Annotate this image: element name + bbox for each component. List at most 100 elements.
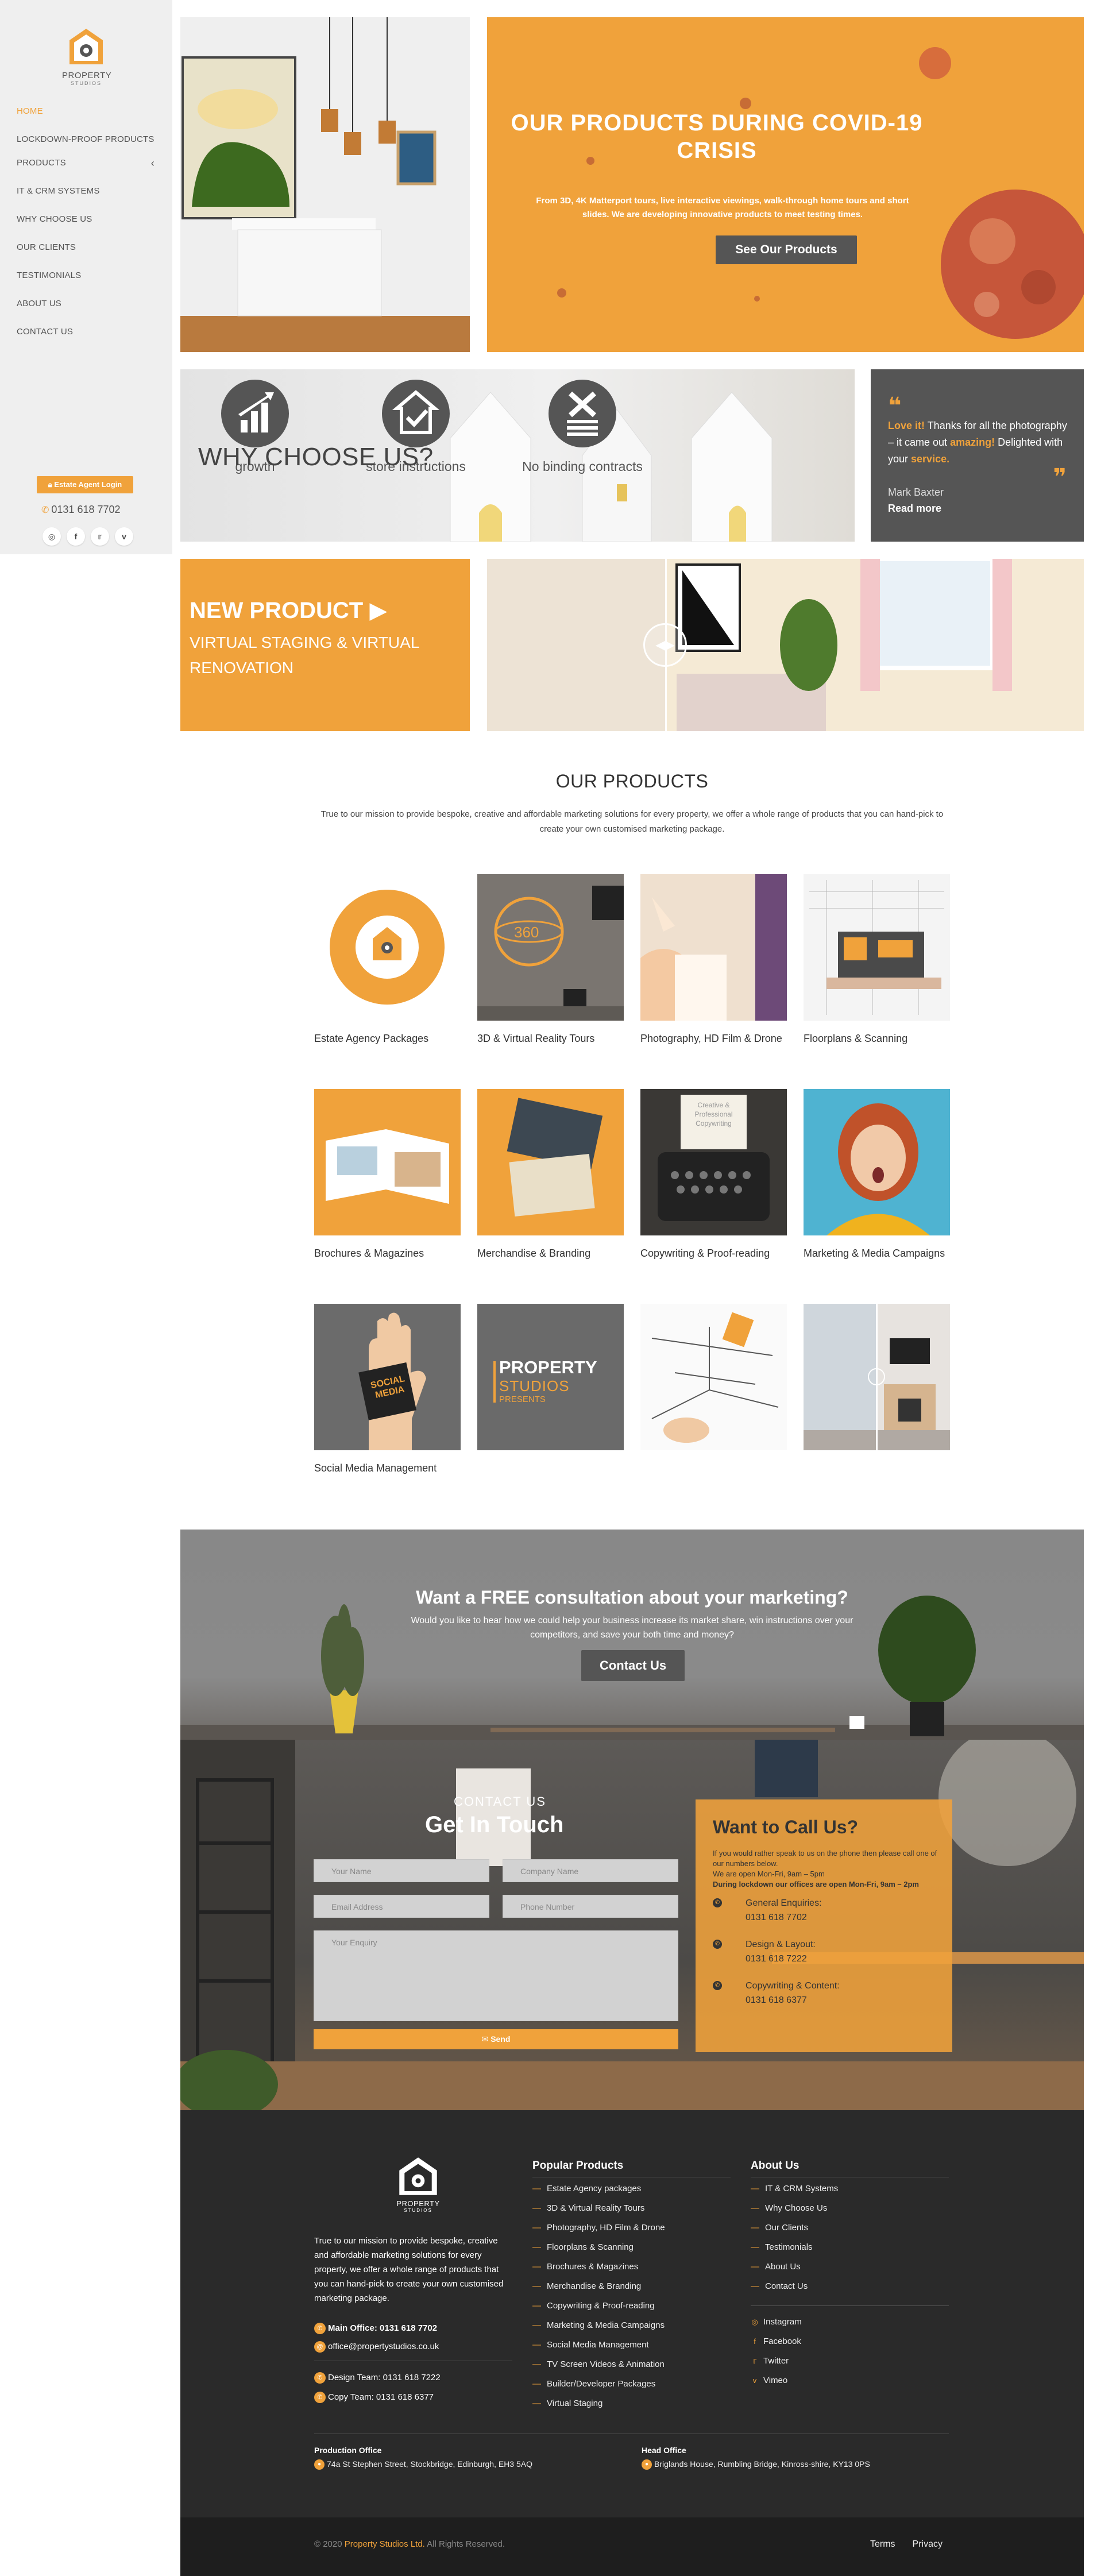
why-choose-us-banner: growth store instructions No binding con…	[180, 369, 855, 542]
footer-link[interactable]: — Contact Us	[751, 2277, 838, 2296]
footer-link[interactable]: — TV Screen Videos & Animation	[532, 2355, 665, 2374]
nav-item-home[interactable]: HOME	[17, 106, 155, 117]
product-card-merchandise[interactable]: Merchandise & Branding	[477, 1089, 624, 1261]
call-row-label: General Enquiries:	[746, 1898, 822, 1908]
call-row-general[interactable]: ✆ General Enquiries: 0131 618 7702	[713, 1896, 931, 1925]
nav-item-why-choose-us[interactable]: WHY CHOOSE US	[17, 214, 155, 225]
product-card-photography[interactable]: Photography, HD Film & Drone	[640, 874, 787, 1046]
footer-link[interactable]: — Our Clients	[751, 2218, 838, 2238]
footer-facebook-link[interactable]: f Facebook	[751, 2332, 802, 2351]
terms-link[interactable]: Terms	[870, 2539, 895, 2550]
instagram-icon[interactable]: ◎	[43, 527, 61, 546]
testimonial-lead: Love it!	[888, 420, 925, 431]
nav-item-lockdown-products[interactable]: LOCKDOWN-PROOF PRODUCTS	[17, 134, 155, 145]
nav-item-our-clients[interactable]: OUR CLIENTS	[17, 242, 155, 253]
footer-link[interactable]: — Marketing & Media Campaigns	[532, 2316, 665, 2335]
privacy-link[interactable]: Privacy	[913, 2539, 943, 2550]
product-card-floorplans[interactable]: Floorplans & Scanning	[804, 874, 950, 1046]
vimeo-icon[interactable]: v	[115, 527, 133, 546]
footer-link[interactable]: — About Us	[751, 2257, 838, 2277]
footer-link[interactable]: — Merchandise & Branding	[532, 2277, 665, 2296]
footer-link-label: Floorplans & Scanning	[547, 2242, 634, 2252]
footer-link[interactable]: — Estate Agency packages	[532, 2179, 665, 2199]
location-icon: ●	[642, 2459, 652, 2470]
dash-icon: —	[751, 2262, 759, 2272]
footer-link-label: Why Choose Us	[765, 2203, 828, 2213]
footer-link[interactable]: — Why Choose Us	[751, 2199, 838, 2218]
call-row-design[interactable]: ✆ Design & Layout: 0131 618 7222	[713, 1937, 931, 1966]
product-card-marketing[interactable]: Marketing & Media Campaigns	[804, 1089, 950, 1261]
compare-slider-handle[interactable]: ◀▶	[643, 623, 687, 667]
dash-icon: —	[751, 2281, 759, 2291]
product-label: Estate Agency Packages	[314, 1033, 429, 1044]
head-office-address: ● Briglands House, Rumbling Bridge, Kinro…	[642, 2459, 870, 2470]
facebook-icon[interactable]: f	[67, 527, 85, 546]
nav-item-about-us[interactable]: ABOUT US	[17, 298, 155, 310]
why-item-label: No binding contracts	[522, 459, 643, 474]
twitter-icon: 𝕣	[752, 2357, 757, 2365]
product-image	[640, 874, 787, 1021]
footer-link-label: Our Clients	[765, 2223, 809, 2233]
product-card-social-media[interactable]: SOCIAL MEDIA Social Media Management	[314, 1304, 461, 1476]
dash-icon: —	[751, 2203, 759, 2213]
name-input[interactable]: Your Name	[314, 1859, 489, 1882]
twitter-icon[interactable]: 𝕣	[91, 527, 109, 546]
footer-link[interactable]: — Builder/Developer Packages	[532, 2374, 665, 2394]
social-links-list: ◎ Instagram f Facebook 𝕣 Twitter v Vimeo	[751, 2312, 802, 2390]
footer-link[interactable]: — Testimonials	[751, 2238, 838, 2257]
see-our-products-button[interactable]: See Our Products	[716, 235, 857, 264]
nav-item-it-crm[interactable]: IT & CRM SYSTEMS	[17, 186, 155, 197]
product-label: Brochures & Magazines	[314, 1248, 424, 1259]
footer-twitter-link[interactable]: 𝕣 Twitter	[751, 2351, 802, 2371]
footer-logo[interactable]: PROPERTY STUDIOS	[392, 2156, 445, 2213]
footer-link[interactable]: — Virtual Staging	[532, 2394, 665, 2413]
chevron-left-icon[interactable]: ‹	[151, 157, 155, 169]
phone-input[interactable]: Phone Number	[503, 1895, 678, 1918]
footer-design-team[interactable]: ✆ Design Team: 0131 618 7222	[314, 2372, 441, 2384]
footer-instagram-link[interactable]: ◎ Instagram	[751, 2312, 801, 2332]
footer-link[interactable]: — 3D & Virtual Reality Tours	[532, 2199, 665, 2218]
call-row-label: Design & Layout:	[746, 1940, 816, 1949]
logo[interactable]: PROPERTY STUDIOS	[62, 26, 111, 86]
sidebar: PROPERTY STUDIOS HOME LOCKDOWN-PROOF PRO…	[0, 0, 172, 554]
copyright-company[interactable]: Property Studios Ltd.	[345, 2539, 425, 2549]
enquiry-textarea[interactable]: Your Enquiry	[314, 1930, 678, 2021]
nav-item-testimonials[interactable]: TESTIMONIALS	[17, 270, 155, 281]
footer-link[interactable]: — Social Media Management	[532, 2335, 665, 2355]
footer-link[interactable]: — Floorplans & Scanning	[532, 2238, 665, 2257]
call-row-number: 0131 618 7222	[746, 1954, 807, 1964]
sidebar-phone[interactable]: ✆ 0131 618 7702	[41, 504, 121, 516]
dash-icon: —	[532, 2379, 541, 2389]
nav-item-products[interactable]: PRODUCTS ‹	[17, 157, 155, 169]
footer-link[interactable]: — IT & CRM Systems	[751, 2179, 838, 2199]
footer-email[interactable]: @ office@propertystudios.co.uk	[314, 2341, 439, 2353]
footer-vimeo-link[interactable]: v Vimeo	[751, 2371, 802, 2390]
contact-us-button[interactable]: Contact Us	[581, 1650, 685, 1681]
call-row-copywriting[interactable]: ✆ Copywriting & Content: 0131 618 6377	[713, 1979, 931, 2007]
new-product-panel[interactable]: NEW PRODUCT ▶ VIRTUAL STAGING & VIRTUAL …	[180, 559, 470, 731]
footer-main-office[interactable]: ✆ Main Office: 0131 618 7702	[314, 2323, 437, 2334]
product-card-sketch[interactable]	[640, 1304, 787, 1461]
product-card-living-room[interactable]	[804, 1304, 950, 1461]
product-card-copywriting[interactable]: Creative & Professional Copywriting Copy…	[640, 1089, 787, 1261]
location-icon: ●	[314, 2459, 325, 2470]
nav-item-contact-us[interactable]: CONTACT US	[17, 326, 155, 338]
footer-link[interactable]: — Copywriting & Proof-reading	[532, 2296, 665, 2316]
read-more-link[interactable]: Read more	[888, 503, 941, 515]
logo-house-icon	[399, 2157, 437, 2195]
product-card-brochures[interactable]: Brochures & Magazines	[314, 1089, 461, 1261]
logo-house-icon	[69, 29, 103, 64]
footer-link[interactable]: — Brochures & Magazines	[532, 2257, 665, 2277]
footer-link[interactable]: — Photography, HD Film & Drone	[532, 2218, 665, 2238]
send-button[interactable]: ✉ Send	[314, 2029, 678, 2049]
product-card-presents[interactable]: PROPERTY STUDIOS PRESENTS	[477, 1304, 624, 1461]
estate-agent-login-button[interactable]: 🔒︎ Estate Agent Login	[37, 476, 133, 493]
product-card-estate-agency[interactable]: Estate Agency Packages	[314, 874, 461, 1046]
consultation-text: Would you like to hear how we could help…	[411, 1616, 853, 1640]
email-input[interactable]: Email Address	[314, 1895, 489, 1918]
quote-open-icon: ❝	[888, 393, 902, 419]
footer-copy-team[interactable]: ✆ Copy Team: 0131 618 6377	[314, 2392, 434, 2403]
product-card-3d-tours[interactable]: 360 3D & Virtual Reality Tours	[477, 874, 624, 1046]
company-input[interactable]: Company Name	[503, 1859, 678, 1882]
phone-icon: ✆	[314, 2323, 326, 2334]
